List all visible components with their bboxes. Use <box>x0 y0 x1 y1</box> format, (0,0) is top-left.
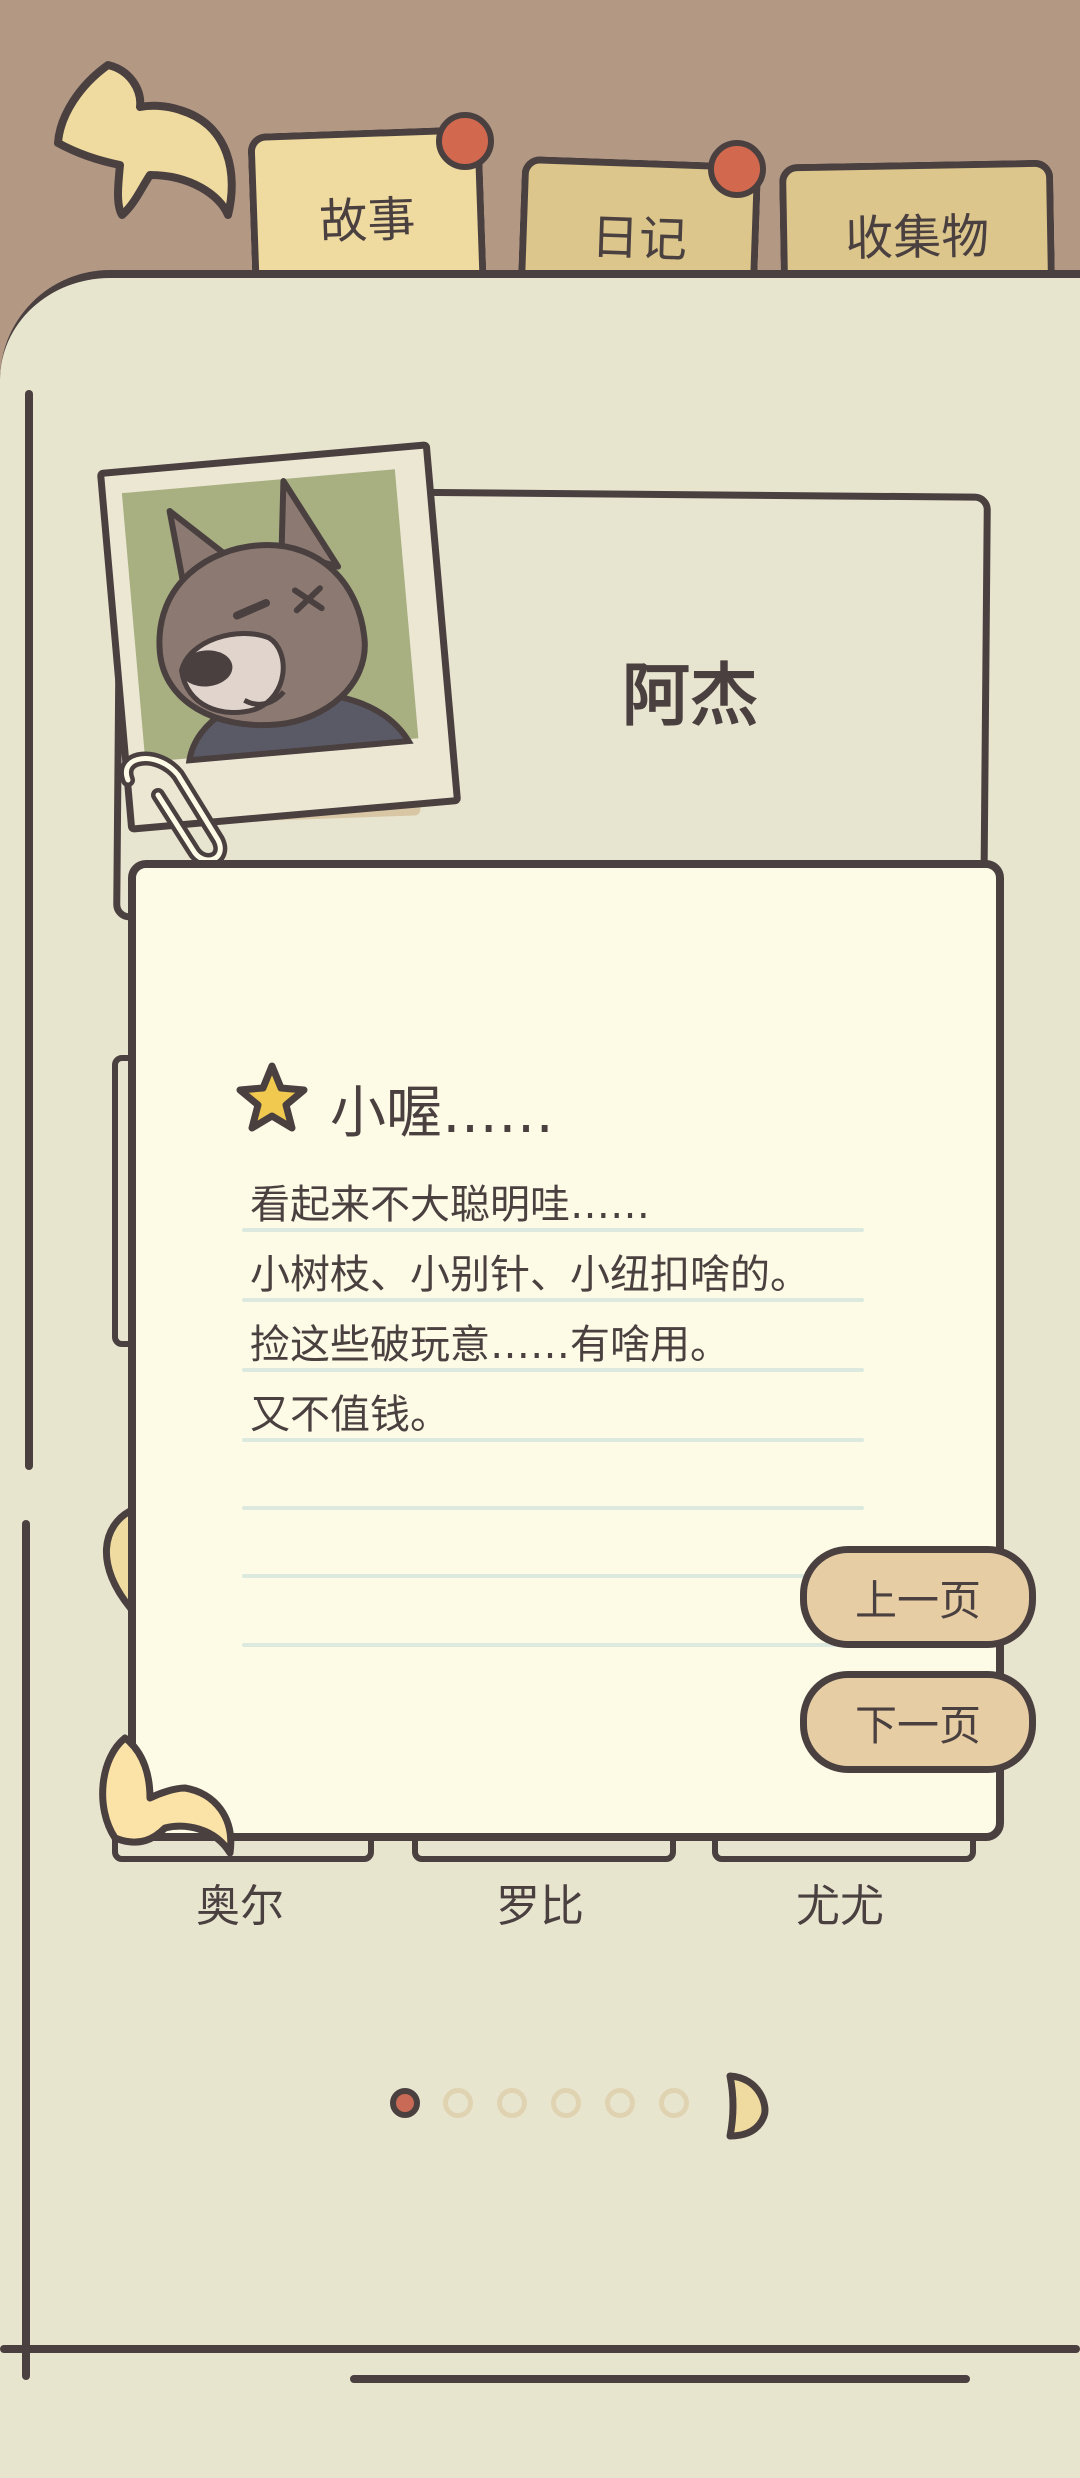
ruled-line <box>242 1368 864 1372</box>
page-dot-6[interactable] <box>659 2088 689 2118</box>
note-line-1: 看起来不大聪明哇…… <box>250 1182 650 1228</box>
book-bottom-edge <box>0 2345 1080 2353</box>
book-spine-line <box>22 1520 30 2380</box>
character-name: 阿杰 <box>621 657 758 736</box>
prev-page-button[interactable]: 上一页 <box>800 1546 1036 1648</box>
ruled-line <box>242 1643 864 1647</box>
ruled-line <box>242 1574 864 1578</box>
note-line-4: 又不值钱。 <box>250 1392 450 1438</box>
tab-collections-label: 收集物 <box>844 208 990 268</box>
book-bottom-edge <box>350 2375 970 2383</box>
prev-page-label: 上一页 <box>854 1575 981 1625</box>
tab-story-badge <box>436 112 494 170</box>
ruled-line <box>242 1228 864 1232</box>
page-dot-4[interactable] <box>551 2088 581 2118</box>
tab-diary-label: 日记 <box>590 208 689 269</box>
next-page-button[interactable]: 下一页 <box>800 1671 1036 1773</box>
back-button[interactable] <box>50 55 240 225</box>
page-dot-5[interactable] <box>605 2088 635 2118</box>
note-line-2: 小树枝、小别针、小纽扣啥的。 <box>250 1252 810 1298</box>
note-line-3: 捡这些破玩意……有啥用。 <box>250 1322 730 1368</box>
note-title: 小喔…… <box>330 1081 554 1146</box>
ruled-line <box>242 1506 864 1510</box>
ruled-line <box>242 1438 864 1442</box>
book-spine-line <box>25 390 33 1470</box>
star-icon <box>236 1062 308 1132</box>
tab-story-label: 故事 <box>318 191 417 251</box>
ruled-line <box>242 1298 864 1302</box>
tab-diary-badge <box>708 140 766 198</box>
page-dot-1[interactable] <box>390 2088 420 2118</box>
next-page-icon[interactable] <box>722 2070 772 2142</box>
character-label-orr[interactable]: 奥尔 <box>140 1870 340 1934</box>
character-label-yoyo[interactable]: 尤尤 <box>740 1870 940 1934</box>
page-dot-2[interactable] <box>443 2088 473 2118</box>
page-curl-icon[interactable] <box>95 1728 245 1858</box>
back-arrow-icon <box>54 61 236 219</box>
character-label-robbie[interactable]: 罗比 <box>440 1870 640 1934</box>
paperclip-icon <box>119 751 228 867</box>
next-page-label: 下一页 <box>854 1700 981 1750</box>
page-dot-3[interactable] <box>497 2088 527 2118</box>
